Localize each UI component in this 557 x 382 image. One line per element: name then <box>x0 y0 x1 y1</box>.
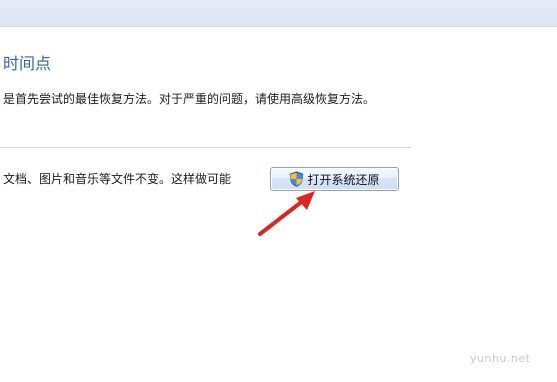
red-arrow-annotation <box>258 191 315 236</box>
window-top-strip <box>0 0 557 27</box>
system-restore-description: 文档、图片和音乐等文件不变。这样做可能 <box>3 172 232 186</box>
section-title: 时间点 <box>3 54 52 73</box>
divider <box>0 147 411 148</box>
watermark: yunhu.net <box>470 352 531 365</box>
recovery-description: 是首先尝试的最佳恢复方法。对于严重的问题，请使用高级恢复方法。 <box>3 92 376 106</box>
